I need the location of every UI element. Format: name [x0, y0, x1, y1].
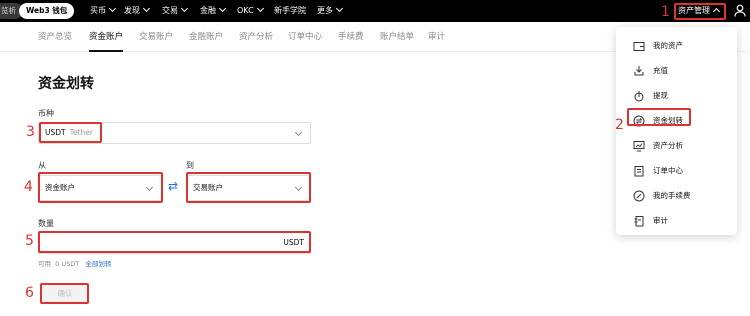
highlight-box-transfer-item	[627, 108, 691, 126]
step-number-4: 4	[24, 179, 33, 195]
highlight-box-amount	[38, 231, 311, 253]
dropdown-item-label: 我的手续费	[653, 191, 691, 200]
nav-menu-finance[interactable]: 金融	[200, 0, 227, 22]
nav-menu-more[interactable]: 更多	[317, 0, 344, 22]
tab-order-center[interactable]: 订单中心	[288, 22, 322, 52]
chevron-down-icon	[294, 128, 303, 137]
chevron-down-icon	[142, 4, 151, 13]
dropdown-item-withdraw[interactable]: 提现	[616, 87, 737, 105]
tab-earn-account[interactable]: 金融账户	[189, 22, 223, 52]
chevron-down-icon	[335, 4, 344, 13]
chevron-down-icon	[218, 4, 227, 13]
top-navigation-bar: 览析 Web3 钱包 买币 发现 交易 金融 OKC 新手学院 更多 资产管理	[0, 0, 750, 22]
dropdown-item-my-fees[interactable]: 我的手续费	[616, 187, 737, 205]
tab-asset-overview[interactable]: 资产总览	[38, 22, 72, 52]
step-number-3: 3	[26, 124, 35, 140]
tab-trading-account[interactable]: 交易账户	[139, 22, 173, 52]
step-number-2: 2	[615, 117, 624, 133]
highlight-box-from	[38, 172, 163, 203]
available-value: 0 USDT	[55, 260, 80, 268]
nav-menu-academy[interactable]: 新手学院	[274, 0, 306, 22]
asset-management-dropdown: 我的资产 充值 提现 资金划转 资产分析 订单中心 我的手续费 审计	[616, 27, 737, 235]
nav-menu-buy[interactable]: 买币	[90, 0, 117, 22]
available-balance: 可用 0 USDT 全部划转	[38, 258, 111, 268]
highlight-box-confirm	[40, 283, 89, 304]
deposit-icon	[634, 66, 644, 76]
order-icon	[634, 166, 644, 177]
dropdown-item-order-center[interactable]: 订单中心	[616, 162, 737, 180]
tab-funding-account[interactable]: 资金账户	[89, 22, 124, 52]
chevron-down-icon	[256, 4, 264, 13]
available-label: 可用	[38, 260, 51, 268]
tab-asset-analysis[interactable]: 资产分析	[239, 22, 273, 52]
step-number-6: 6	[25, 285, 34, 301]
user-icon[interactable]	[734, 4, 746, 18]
dropdown-item-label: 审计	[653, 216, 668, 225]
nav-menu-discover[interactable]: 发现	[124, 0, 151, 22]
nav-menu-okc[interactable]: OKC	[237, 0, 264, 22]
highlight-box-asset-management	[674, 3, 726, 20]
coin-label: 币种	[38, 109, 54, 118]
tab-audit[interactable]: 审计	[428, 22, 445, 52]
dropdown-item-audit[interactable]: 审计	[616, 212, 737, 230]
dropdown-item-label: 充值	[653, 66, 668, 75]
nav-pill-web3-wallet[interactable]: Web3 钱包	[19, 3, 75, 19]
dropdown-item-label: 订单中心	[653, 166, 683, 175]
page-title: 资金划转	[38, 76, 94, 92]
to-label: 到	[186, 161, 194, 170]
step-number-1: 1	[661, 4, 670, 20]
swap-icon[interactable]: ⇄	[168, 179, 178, 193]
transfer-all-link[interactable]: 全部划转	[85, 260, 111, 268]
audit-icon	[634, 216, 644, 227]
dropdown-item-label: 提现	[653, 91, 668, 100]
chevron-down-icon	[180, 4, 189, 13]
dropdown-item-asset-analysis[interactable]: 资产分析	[616, 137, 737, 155]
from-label: 从	[38, 161, 46, 170]
highlight-box-coin	[39, 122, 102, 143]
dropdown-item-label: 我的资产	[653, 41, 683, 50]
chevron-down-icon	[108, 4, 117, 13]
step-number-5: 5	[25, 233, 34, 249]
nav-menu-trade[interactable]: 交易	[162, 0, 189, 22]
dropdown-item-my-assets[interactable]: 我的资产	[616, 37, 737, 55]
fee-icon	[633, 190, 645, 202]
dropdown-item-deposit[interactable]: 充值	[616, 62, 737, 80]
analysis-icon	[633, 141, 645, 152]
tab-fees[interactable]: 手续费	[338, 22, 364, 52]
highlight-box-to	[186, 172, 311, 203]
tab-account-statement[interactable]: 账户结单	[380, 22, 414, 52]
withdraw-icon	[634, 91, 644, 102]
wallet-icon	[633, 42, 645, 51]
dropdown-item-label: 资产分析	[653, 141, 683, 150]
amount-label: 数量	[38, 219, 54, 228]
